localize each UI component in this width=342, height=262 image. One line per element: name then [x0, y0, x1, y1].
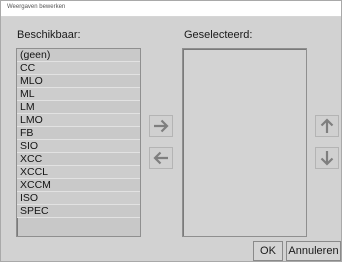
remove-button[interactable]: [149, 147, 173, 169]
list-item[interactable]: XCCL: [17, 166, 140, 179]
list-item-label: LMO: [20, 114, 43, 126]
list-item-label: XCC: [20, 153, 43, 165]
list-item-label: LM: [20, 101, 35, 113]
list-item[interactable]: LM: [17, 101, 140, 114]
edit-views-dialog: Weergaven bewerken Beschikbaar: Geselect…: [0, 0, 342, 262]
arrow-left-icon: [153, 151, 169, 165]
cancel-button[interactable]: Annuleren: [286, 241, 341, 261]
selected-label: Geselecteerd:: [184, 29, 253, 41]
list-item[interactable]: MLO: [17, 75, 140, 88]
arrow-right-icon: [153, 119, 169, 133]
list-item[interactable]: CC: [17, 62, 140, 75]
list-item-label: SIO: [20, 140, 39, 152]
move-down-button[interactable]: [315, 147, 339, 169]
move-up-button[interactable]: [315, 115, 339, 137]
list-item[interactable]: SIO: [17, 140, 140, 153]
available-list[interactable]: (geen) CC MLO ML LM LMO FB SIO XCC XCCL …: [16, 48, 141, 237]
add-button[interactable]: [149, 115, 173, 137]
list-item-label: (geen): [20, 49, 51, 61]
list-item[interactable]: (geen): [17, 49, 140, 62]
list-item-label: CC: [20, 62, 36, 74]
list-item-label: ML: [20, 88, 35, 100]
window-title: Weergaven bewerken: [7, 4, 66, 10]
list-item[interactable]: XCC: [17, 153, 140, 166]
list-item-label: XCCL: [20, 166, 49, 178]
selected-list[interactable]: [182, 48, 307, 237]
list-item[interactable]: SPEC: [17, 205, 140, 218]
arrow-up-icon: [320, 118, 334, 134]
available-label: Beschikbaar:: [17, 29, 81, 41]
title-bar: Weergaven bewerken: [1, 1, 341, 17]
list-item[interactable]: FB: [17, 127, 140, 140]
list-item-label: ISO: [20, 192, 39, 204]
list-item-label: FB: [20, 127, 34, 139]
list-item[interactable]: ISO: [17, 192, 140, 205]
ok-button[interactable]: OK: [253, 241, 283, 261]
list-item[interactable]: XCCM: [17, 179, 140, 192]
list-item[interactable]: ML: [17, 88, 140, 101]
list-item[interactable]: LMO: [17, 114, 140, 127]
list-item-label: MLO: [20, 75, 43, 87]
list-item-label: XCCM: [20, 179, 51, 191]
list-item-label: SPEC: [20, 205, 49, 217]
arrow-down-icon: [320, 150, 334, 166]
